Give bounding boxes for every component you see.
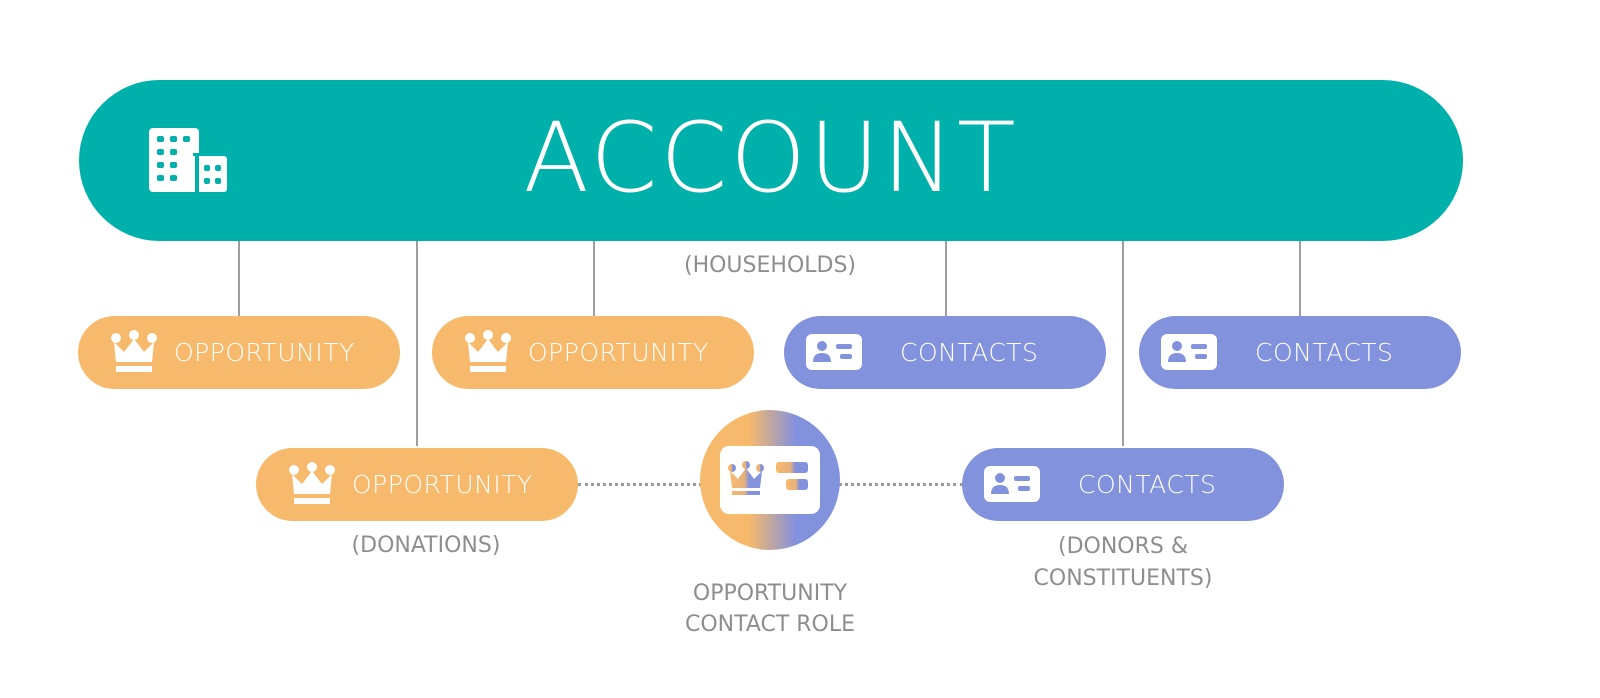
opportunity-donations-node: OPPORTUNITY [256,448,578,521]
donations-caption: (DONATIONS) [351,533,501,558]
opportunity-label: OPPORTUNITY [352,470,533,499]
role-caption-line1: OPPORTUNITY [692,581,848,606]
connector-line [238,240,240,316]
account-subtitle: (HOUSEHOLDS) [683,253,856,278]
opportunity-contact-role-node [700,410,840,550]
connector-line [416,240,418,446]
dotted-connector-left [578,483,702,486]
account-title: ACCOUNT [523,102,1019,214]
connector-line [1299,240,1301,316]
opportunity-contact-role-icon [720,446,820,514]
connector-line [1122,240,1124,446]
contacts-label: CONTACTS [1078,470,1217,499]
opportunity-node: OPPORTUNITY [78,316,400,389]
connector-line [593,240,595,316]
donors-caption-line2: CONSTITUENTS) [1033,566,1213,591]
opportunity-node: OPPORTUNITY [432,316,754,389]
crown-icon [289,462,335,504]
contacts-label: CONTACTS [900,338,1039,367]
opportunity-label: OPPORTUNITY [174,338,355,367]
account-node: ACCOUNT [79,80,1463,241]
contacts-label: CONTACTS [1255,338,1394,367]
contact-card-icon [984,466,1040,502]
crown-icon [465,330,511,372]
donors-caption-line1: (DONORS & [1057,534,1188,559]
contacts-node: CONTACTS [1139,316,1461,389]
role-caption-line2: CONTACT ROLE [684,612,856,637]
crown-icon [111,330,157,372]
dotted-connector-right [838,483,964,486]
contact-card-icon [1161,334,1217,370]
opportunity-label: OPPORTUNITY [528,338,709,367]
contact-card-icon [806,334,862,370]
contacts-donors-node: CONTACTS [962,448,1284,521]
connector-line [945,240,947,316]
contacts-node: CONTACTS [784,316,1106,389]
